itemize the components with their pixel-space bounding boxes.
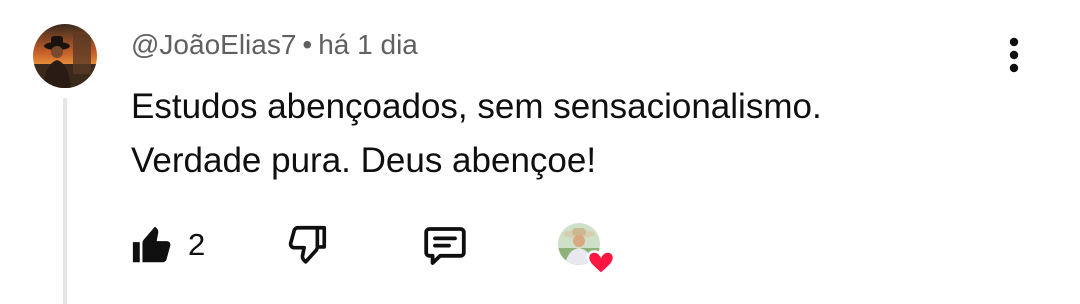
comment-icon [424,227,466,265]
creator-heart [557,222,617,276]
comment-text-line: Verdade pura. Deus abençoe! [131,141,597,180]
meta-separator: • [302,29,313,60]
dislike-button[interactable] [284,222,330,268]
reply-button[interactable] [421,222,469,270]
author-avatar[interactable] [33,24,97,88]
thread-line [63,98,67,304]
like-button[interactable]: 2 [130,222,205,268]
more-vertical-icon [1009,37,1019,73]
creator-avatar-heart [558,223,616,276]
comment-text: Estudos abençoados, sem sensacionalismo.… [131,80,1011,188]
more-options-button[interactable] [996,34,1032,78]
comment-meta: @JoãoElias7 • há 1 dia [131,27,418,63]
author-avatar-image [33,24,97,88]
thumb-down-outline-icon [288,225,327,264]
thumb-up-filled-icon [132,226,171,263]
comment-text-line: Estudos abençoados, sem sensacionalismo. [131,87,822,126]
comment-timestamp[interactable]: há 1 dia [318,29,418,60]
like-count: 2 [188,227,206,262]
author-handle[interactable]: @JoãoElias7 [131,29,296,60]
heart-icon [586,250,616,276]
